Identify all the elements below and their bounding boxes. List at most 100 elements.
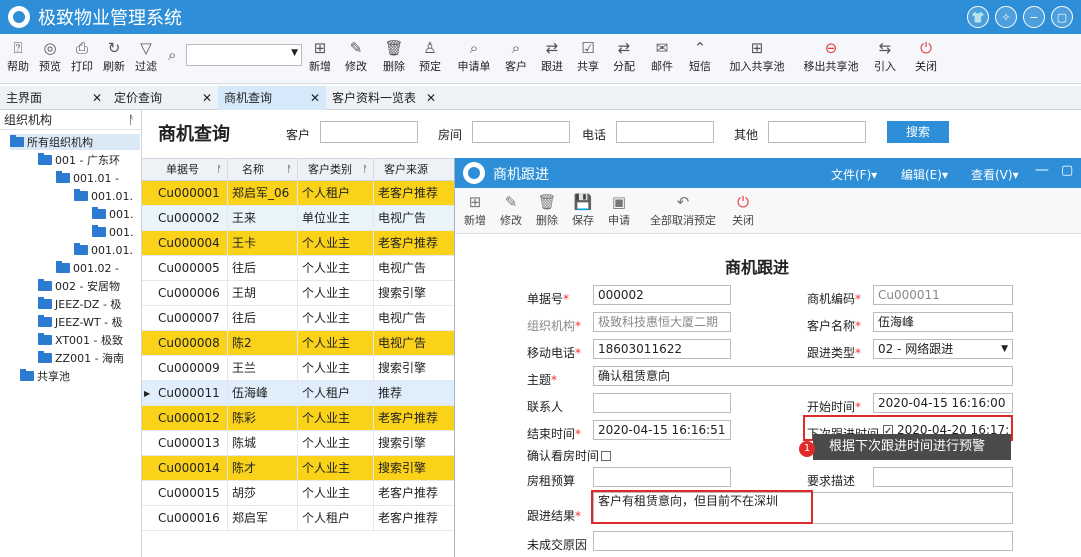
- pin-icon[interactable]: ᚨ: [128, 110, 135, 130]
- menu-edit[interactable]: 编辑(E)▾: [901, 166, 948, 183]
- requirement-field[interactable]: [873, 467, 1013, 487]
- table-row[interactable]: Cu000006 王胡 个人业主 搜索引擎: [142, 281, 462, 306]
- maximize-icon[interactable]: ▢: [1061, 163, 1073, 178]
- table-row[interactable]: Cu000009 王兰 个人业主 搜索引擎: [142, 356, 462, 381]
- toolbar-leave-pool-button[interactable]: ⊖ 移出共享池: [798, 38, 864, 74]
- table-row[interactable]: Cu000008 陈2 个人业主 电视广告: [142, 331, 462, 356]
- dialog-close-button[interactable]: ⏻ 关闭: [729, 192, 757, 228]
- tree-item[interactable]: 001.: [92, 224, 140, 240]
- toolbar-reserve-button[interactable]: ♙ 预定: [416, 38, 444, 74]
- filter-pin-icon[interactable]: ᚨ: [363, 159, 368, 181]
- toolbar-add-button[interactable]: ⊞ 新增: [306, 38, 334, 74]
- tree-item[interactable]: 001.01.: [74, 242, 140, 258]
- tree-item[interactable]: XT001 - 极致: [38, 332, 140, 348]
- close-icon[interactable]: ✕: [426, 86, 436, 110]
- toolbar-mail-button[interactable]: ✉ 邮件: [648, 38, 676, 74]
- follow-type-select[interactable]: 02 - 网络跟进 ▼: [873, 339, 1013, 359]
- tree-item[interactable]: 001.01 -: [56, 170, 140, 186]
- customer-name-field[interactable]: 伍海峰: [873, 312, 1013, 332]
- table-row[interactable]: Cu000016 郑启军 个人租户 老客户推荐: [142, 506, 462, 531]
- dialog-save-button[interactable]: 💾 保存: [569, 192, 597, 228]
- dialog-delete-button[interactable]: 🗑 删除: [533, 192, 561, 228]
- other-search-input[interactable]: [768, 121, 866, 143]
- start-time-field[interactable]: 2020-04-15 16:16:00: [873, 393, 1013, 413]
- column-header-docno[interactable]: 单据号 ᚨ: [142, 159, 228, 181]
- dialog-apply-button[interactable]: ▣ 申请: [605, 192, 633, 228]
- toolbar-join-pool-button[interactable]: ⊞ 加入共享池: [724, 38, 790, 74]
- confirm-view-checkbox[interactable]: [601, 451, 612, 461]
- budget-field[interactable]: [593, 467, 731, 487]
- table-row[interactable]: Cu000005 往后 个人业主 电视广告: [142, 256, 462, 281]
- filter-pin-icon[interactable]: ᚨ: [217, 159, 222, 181]
- tab-pricing-query[interactable]: 定价查询 ✕: [108, 86, 218, 110]
- toolbar-refresh-button[interactable]: ↻ 刷新: [100, 38, 128, 74]
- toolbar-application-button[interactable]: ⌕ 申请单: [454, 38, 494, 74]
- tree-item[interactable]: ZZ001 - 海南: [38, 350, 140, 366]
- customer-search-input[interactable]: [320, 121, 418, 143]
- table-row[interactable]: Cu000004 王卡 个人业主 老客户推荐: [142, 231, 462, 256]
- tab-home[interactable]: 主界面 ✕: [0, 86, 108, 110]
- skin-icon[interactable]: 👕: [967, 6, 989, 28]
- tree-item[interactable]: 001.01.: [74, 188, 140, 204]
- toolbar-delete-button[interactable]: 🗑 删除: [380, 38, 408, 74]
- toolbar-assign-button[interactable]: ⇄ 分配: [610, 38, 638, 74]
- toolbar-search-input[interactable]: ▼: [186, 44, 302, 66]
- search-button[interactable]: 搜索: [887, 121, 949, 143]
- room-search-input[interactable]: [472, 121, 570, 143]
- tab-customer-list[interactable]: 客户资料一览表 ✕: [326, 86, 442, 110]
- minimize-icon[interactable]: —: [1035, 162, 1049, 178]
- column-header-source[interactable]: 客户来源: [374, 159, 462, 181]
- dialog-cancel-all-button[interactable]: ↶ 全部取消预定: [645, 192, 721, 228]
- contact-field[interactable]: [593, 393, 731, 413]
- tree-item[interactable]: 002 - 安居物: [38, 278, 140, 294]
- minimize-icon[interactable]: −: [1023, 6, 1045, 28]
- toolbar-print-button[interactable]: ⎙ 打印: [68, 38, 96, 74]
- maximize-icon[interactable]: ▢: [1051, 6, 1073, 28]
- tree-item[interactable]: 001.: [92, 206, 140, 222]
- mobile-field[interactable]: 18603011622: [593, 339, 731, 359]
- table-row[interactable]: Cu000015 胡莎 个人业主 老客户推荐: [142, 481, 462, 506]
- menu-view[interactable]: 查看(V)▾: [971, 166, 1019, 183]
- reason-field[interactable]: [593, 531, 1013, 551]
- dialog-add-button[interactable]: ⊞ 新增: [461, 192, 489, 228]
- tree-item[interactable]: JEEZ-WT - 极: [38, 314, 140, 330]
- table-row[interactable]: Cu000007 往后 个人业主 电视广告: [142, 306, 462, 331]
- dialog-edit-button[interactable]: ✎ 修改: [497, 192, 525, 228]
- close-icon[interactable]: ✕: [92, 86, 102, 110]
- tab-opportunity-query[interactable]: 商机查询 ✕: [218, 86, 326, 110]
- table-row[interactable]: Cu000012 陈彩 个人业主 老客户推荐: [142, 406, 462, 431]
- toolbar-follow-button[interactable]: ⇄ 跟进: [538, 38, 566, 74]
- docno-field[interactable]: 000002: [593, 285, 731, 305]
- column-header-name[interactable]: 名称 ᚨ: [228, 159, 298, 181]
- tree-item[interactable]: JEEZ-DZ - 极: [38, 296, 140, 312]
- toolbar-sms-button[interactable]: ⌃ 短信: [686, 38, 714, 74]
- table-row[interactable]: Cu000002 王来 单位业主 电视广告: [142, 206, 462, 231]
- toolbar-preview-button[interactable]: ◎ 预览: [36, 38, 64, 74]
- table-row[interactable]: Cu000001 郑启军_06 个人租户 老客户推荐: [142, 181, 462, 206]
- close-icon[interactable]: ✕: [202, 86, 212, 110]
- bizcode-field[interactable]: Cu000011: [873, 285, 1013, 305]
- tree-item-all[interactable]: 所有组织机构: [10, 134, 140, 150]
- toolbar-edit-button[interactable]: ✎ 修改: [342, 38, 370, 74]
- table-row[interactable]: Cu000014 陈才 个人业主 搜索引擎: [142, 456, 462, 481]
- tree-item[interactable]: 001.02 -: [56, 260, 140, 276]
- toolbar-customer-button[interactable]: ⌕ 客户: [502, 38, 530, 74]
- filter-pin-icon[interactable]: ᚨ: [287, 159, 292, 181]
- table-row[interactable]: ▶ Cu000011 伍海峰 个人租户 推荐: [142, 381, 462, 406]
- end-time-field[interactable]: 2020-04-15 16:16:51: [593, 420, 731, 440]
- toolbar-import-button[interactable]: ⇆ 引入: [870, 38, 900, 74]
- subject-field[interactable]: 确认租赁意向: [593, 366, 1013, 386]
- toolbar-close-button[interactable]: ⏻ 关闭: [912, 38, 940, 74]
- pin-icon[interactable]: ✧: [995, 6, 1017, 28]
- phone-search-input[interactable]: [616, 121, 714, 143]
- column-header-type[interactable]: 客户类别 ᚨ: [298, 159, 374, 181]
- toolbar-filter-button[interactable]: ▽ 过滤: [132, 38, 160, 74]
- tree-item[interactable]: 001 - 广东环: [38, 152, 140, 168]
- menu-file[interactable]: 文件(F)▾: [831, 166, 877, 183]
- toolbar-help-button[interactable]: ⍰ 帮助: [4, 38, 32, 74]
- tree-item-shared-pool[interactable]: 共享池: [20, 368, 140, 384]
- toolbar-share-button[interactable]: ☑ 共享: [574, 38, 602, 74]
- table-row[interactable]: Cu000013 陈城 个人业主 搜索引擎: [142, 431, 462, 456]
- org-field[interactable]: 极致科技惠恒大厦二期: [593, 312, 731, 332]
- close-icon[interactable]: ✕: [310, 86, 320, 110]
